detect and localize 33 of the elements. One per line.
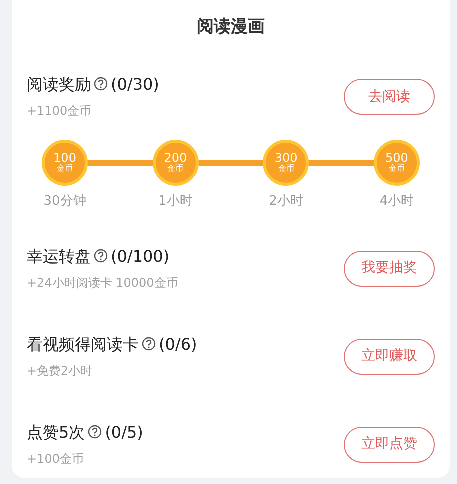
task-title: 看视频得阅读卡 bbox=[27, 334, 139, 354]
action-button[interactable]: 我要抽奖 bbox=[344, 250, 435, 286]
task-title: 点赞5次 bbox=[27, 422, 86, 442]
help-icon[interactable] bbox=[142, 336, 156, 350]
task-count: (0/6) bbox=[159, 334, 198, 354]
milestone-time: 4小时 bbox=[380, 193, 414, 211]
reward-text: +免费2小时 bbox=[27, 362, 94, 380]
action-button[interactable]: 立即赚取 bbox=[344, 338, 435, 374]
coin-amount: 100 bbox=[54, 152, 76, 165]
task-count: (0/30) bbox=[111, 75, 160, 94]
coin-unit: 金币 bbox=[57, 165, 73, 174]
reward-text: +100金币 bbox=[27, 450, 85, 468]
coin-amount: 300 bbox=[274, 152, 298, 165]
task-title: 阅读奖励 bbox=[27, 75, 91, 94]
help-icon[interactable] bbox=[94, 248, 108, 262]
coin-unit: 金币 bbox=[278, 165, 294, 174]
reward-text: +1100金币 bbox=[27, 103, 93, 120]
action-button[interactable]: 立即点赞 bbox=[344, 426, 435, 462]
action-button[interactable]: 去阅读 bbox=[344, 79, 435, 115]
coin-unit: 金币 bbox=[168, 165, 184, 174]
task-title: 幸运转盘 bbox=[27, 246, 91, 266]
help-icon[interactable] bbox=[94, 77, 108, 91]
coin-amount: 500 bbox=[386, 152, 408, 165]
milestone-time: 30分钟 bbox=[44, 193, 86, 211]
coin-unit: 金币 bbox=[388, 165, 405, 174]
reward-text: +24小时阅读卡 10000金币 bbox=[27, 274, 178, 292]
milestone-time: 2小时 bbox=[269, 193, 304, 211]
coin-amount: 200 bbox=[164, 152, 188, 165]
task-count: (0/5) bbox=[105, 422, 144, 442]
page-title: 阅读漫画 bbox=[197, 17, 265, 37]
help-icon[interactable] bbox=[88, 424, 102, 438]
task-count: (0/100) bbox=[111, 246, 170, 266]
milestone-time: 1小时 bbox=[158, 193, 193, 211]
